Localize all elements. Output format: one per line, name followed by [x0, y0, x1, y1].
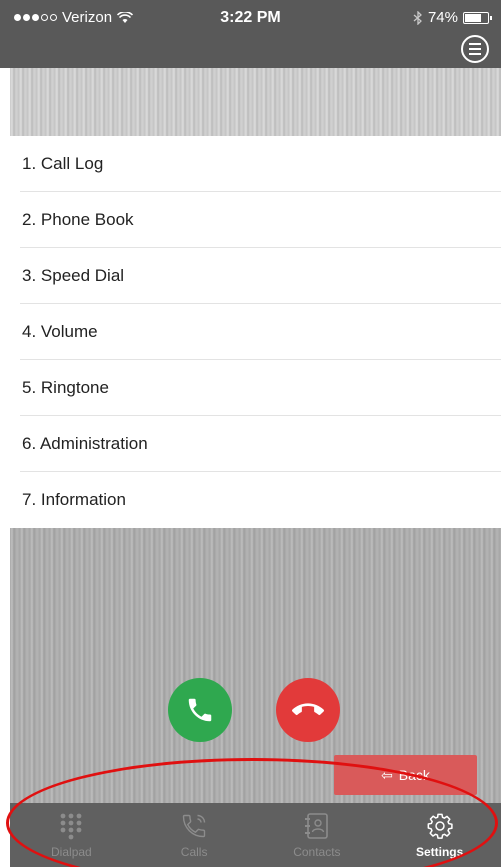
menu-item-label: 4. Volume [22, 322, 98, 341]
menu-item-call-log[interactable]: 1. Call Log [0, 136, 501, 192]
tab-label: Contacts [293, 845, 341, 859]
menu-item-label: 3. Speed Dial [22, 266, 125, 285]
contacts-book-icon [302, 811, 332, 841]
tab-label: Calls [180, 845, 208, 859]
menu-item-label: 6. Administration [22, 434, 148, 453]
call-control-panel: ⇦ Back [10, 528, 501, 803]
battery-icon [463, 11, 492, 24]
phone-calls-icon [179, 811, 209, 841]
metal-banner [10, 68, 501, 136]
menu-item-speed-dial[interactable]: 3. Speed Dial [0, 248, 501, 304]
menu-item-volume[interactable]: 4. Volume [0, 304, 501, 360]
menu-item-phone-book[interactable]: 2. Phone Book [0, 192, 501, 248]
tab-label: Dialpad [51, 845, 92, 859]
menu-item-administration[interactable]: 6. Administration [0, 416, 501, 472]
status-bar: Verizon 3:22 PM 74% [0, 0, 501, 68]
tab-calls[interactable]: Calls [133, 803, 256, 867]
bottom-tab-bar: Dialpad Calls Contacts Settings [10, 803, 501, 867]
dialpad-icon [56, 811, 86, 841]
hamburger-menu-button[interactable] [461, 35, 489, 63]
status-right: 74% [413, 9, 492, 26]
battery-percent: 74% [427, 9, 458, 26]
tab-dialpad[interactable]: Dialpad [10, 803, 133, 867]
tab-label: Settings [415, 845, 464, 859]
bluetooth-icon [413, 10, 422, 25]
phone-screen: Verizon 3:22 PM 74% 1. Call Log 2. Phone… [0, 0, 501, 867]
answer-call-button[interactable] [168, 678, 232, 742]
settings-menu-list: 1. Call Log 2. Phone Book 3. Speed Dial … [0, 136, 501, 528]
back-label: Back [398, 767, 430, 783]
menu-item-information[interactable]: 7. Information [0, 472, 501, 528]
gear-icon [425, 811, 455, 841]
tab-contacts[interactable]: Contacts [256, 803, 379, 867]
menu-item-label: 7. Information [22, 490, 126, 509]
menu-item-label: 2. Phone Book [22, 210, 134, 229]
phone-icon [188, 698, 212, 722]
back-button[interactable]: ⇦ Back [334, 755, 477, 795]
back-arrow-icon: ⇦ [381, 766, 393, 783]
menu-item-ringtone[interactable]: 5. Ringtone [0, 360, 501, 416]
hang-up-icon [292, 703, 324, 716]
hang-up-button[interactable] [276, 678, 340, 742]
battery-fill [465, 13, 481, 22]
menu-item-label: 5. Ringtone [22, 378, 109, 397]
menu-item-label: 1. Call Log [22, 154, 104, 173]
tab-settings[interactable]: Settings [378, 803, 501, 867]
